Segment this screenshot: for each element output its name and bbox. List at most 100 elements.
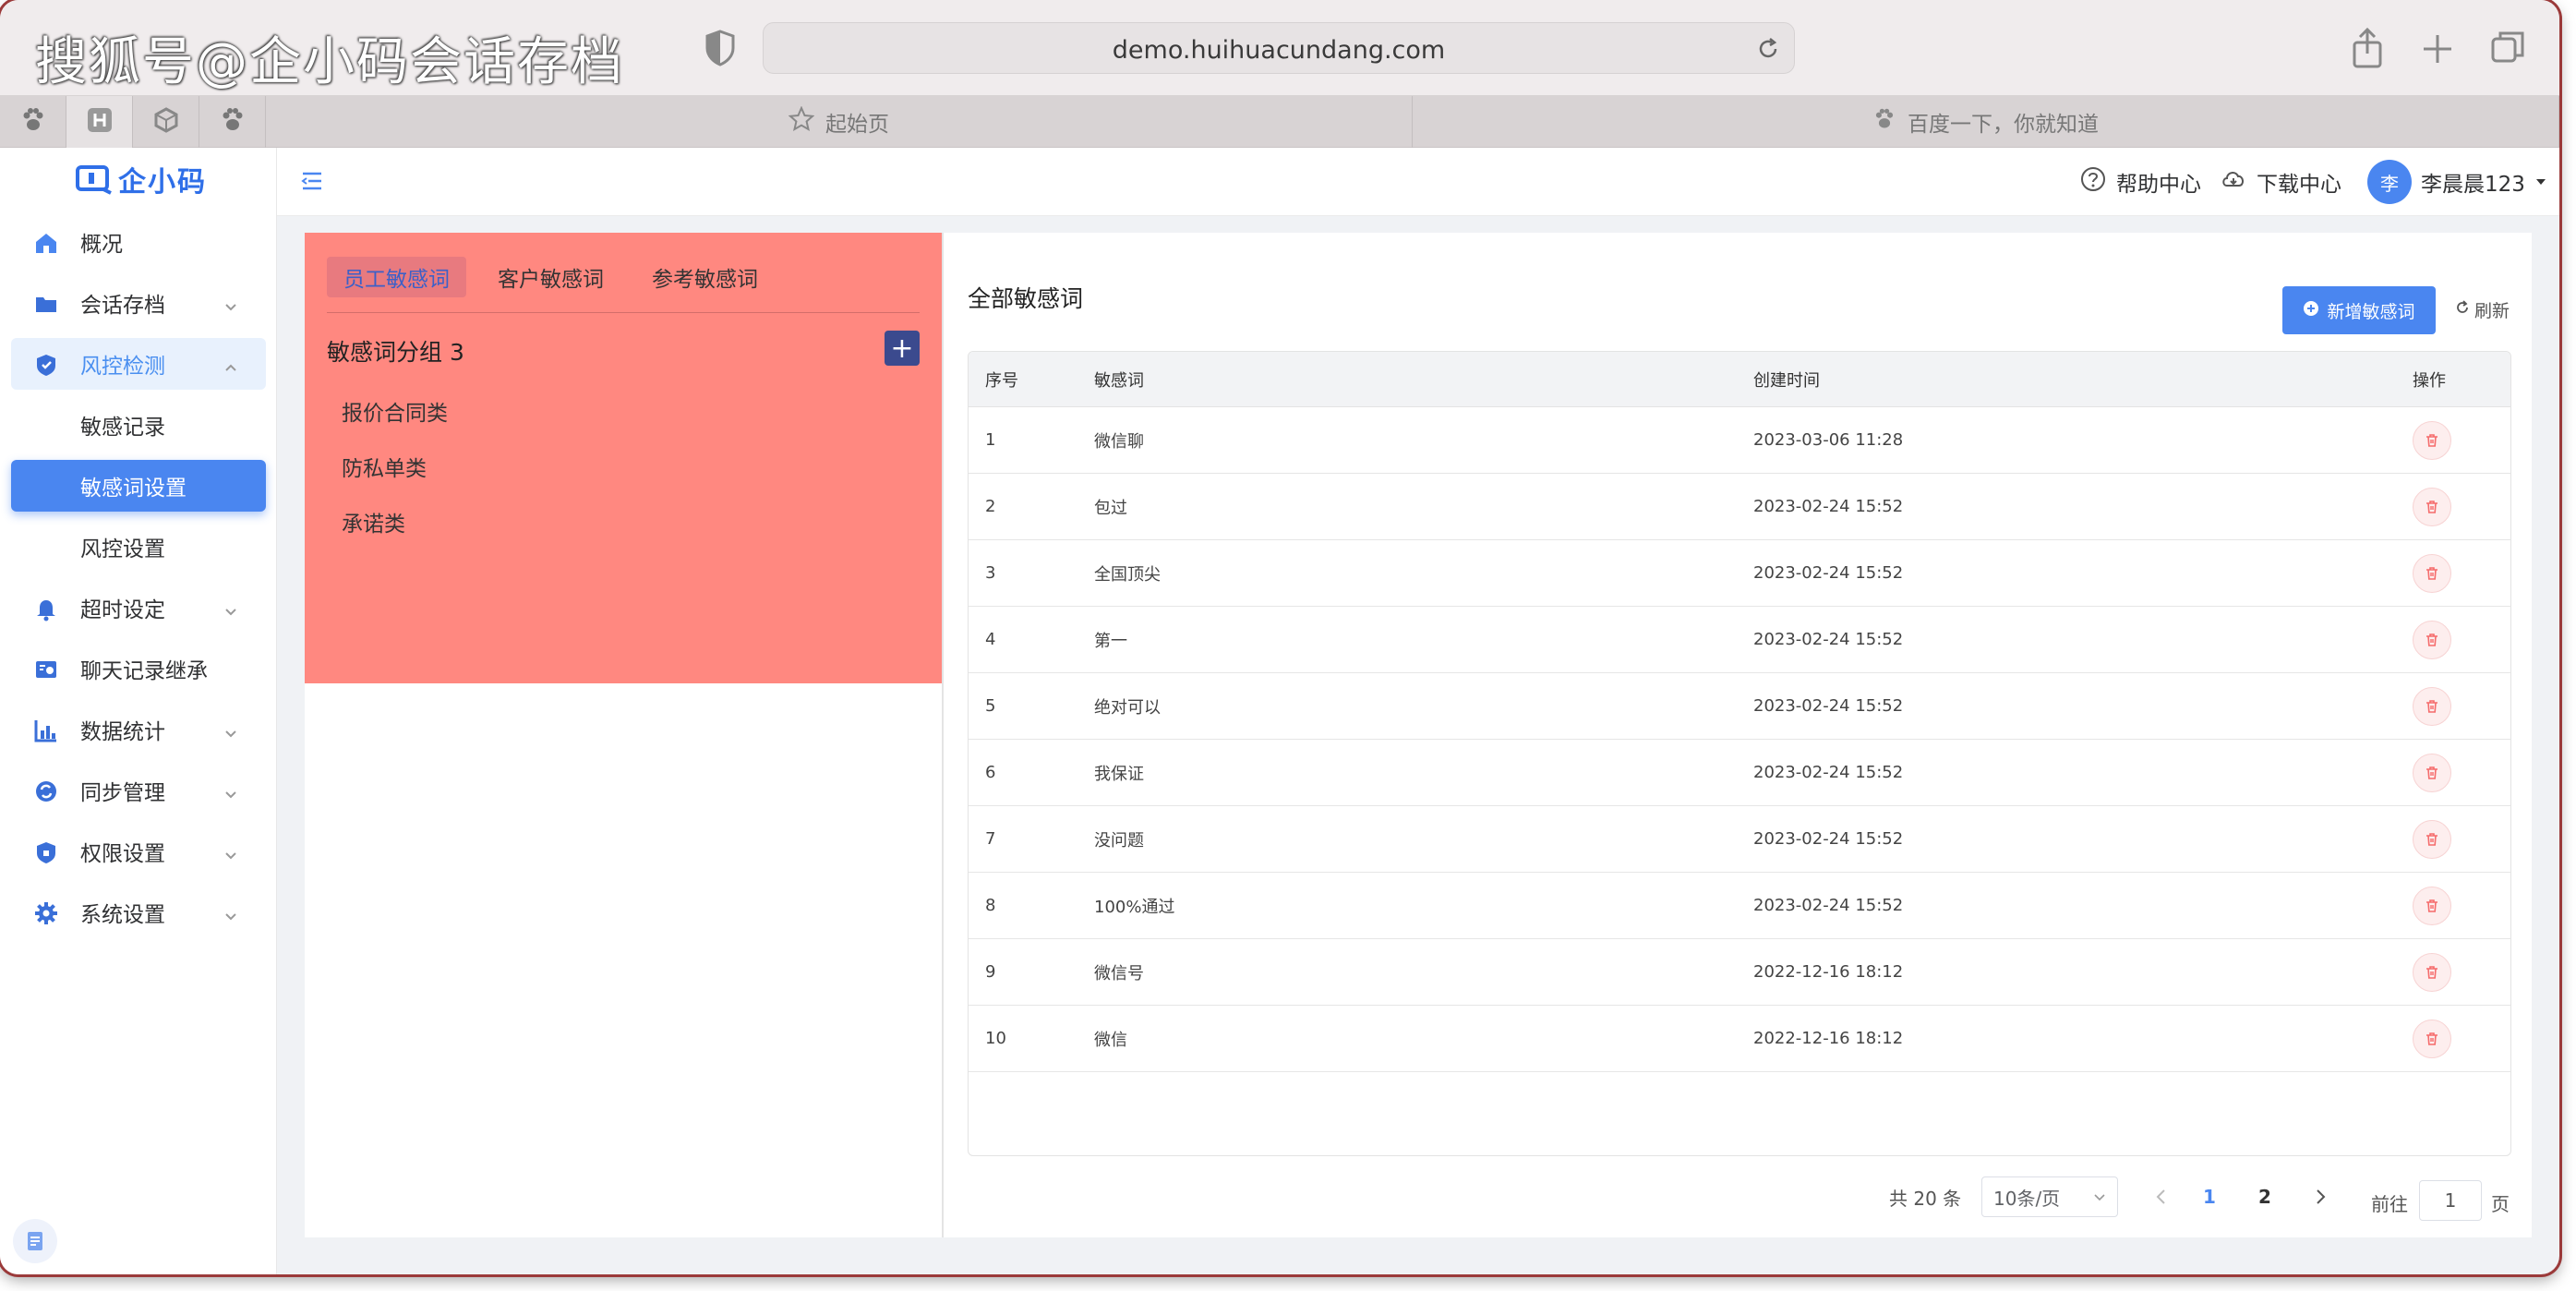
group-item[interactable]: 报价合同类 bbox=[342, 395, 448, 427]
delete-button[interactable] bbox=[2413, 1019, 2451, 1058]
pinned-tab-baidu-2[interactable] bbox=[199, 96, 266, 148]
goto-suffix: 页 bbox=[2491, 1192, 2510, 1215]
delete-button[interactable] bbox=[2413, 819, 2451, 859]
logo-mark-icon bbox=[76, 165, 112, 195]
group-item[interactable]: 承诺类 bbox=[342, 506, 405, 537]
gear-icon bbox=[33, 900, 59, 926]
delete-button[interactable] bbox=[2413, 753, 2451, 792]
column-header: 创建时间 bbox=[1753, 370, 1820, 391]
cell-index: 9 bbox=[985, 962, 996, 982]
page-2[interactable]: 2 bbox=[2258, 1176, 2271, 1217]
address-bar[interactable]: demo.huihuacundang.com bbox=[763, 22, 1795, 74]
cell-actions bbox=[2413, 607, 2451, 672]
delete-button[interactable] bbox=[2413, 952, 2451, 992]
delete-button[interactable] bbox=[2413, 620, 2451, 659]
sync-icon bbox=[33, 778, 59, 804]
sidebar-item-chat-inherit[interactable]: 聊天记录继承 bbox=[11, 643, 266, 694]
cell-actions bbox=[2413, 939, 2451, 1005]
delete-button[interactable] bbox=[2413, 686, 2451, 726]
refresh-button[interactable]: 刷新 bbox=[2454, 297, 2510, 322]
sidebar-item-timeout[interactable]: 超时设定 bbox=[11, 582, 266, 633]
tab-reference-words[interactable]: 参考敏感词 bbox=[635, 257, 775, 297]
cell-word: 全国顶尖 bbox=[1094, 564, 1161, 585]
user-menu[interactable]: 李 李晨晨123 bbox=[2367, 159, 2547, 205]
sidebar-item-risk[interactable]: 风控检测 bbox=[11, 338, 266, 390]
cell-actions bbox=[2413, 540, 2451, 606]
reload-icon[interactable] bbox=[1755, 36, 1781, 62]
add-group-button[interactable]: + bbox=[885, 331, 920, 366]
word-table: 序号 敏感词 创建时间 操作 1 微信聊 2023-03-06 11:28 2 包过 20… bbox=[968, 351, 2511, 1156]
privacy-shield-icon[interactable] bbox=[702, 28, 739, 68]
cell-word: 我保证 bbox=[1094, 764, 1144, 784]
sidebar-item-risk-settings[interactable]: 风控设置 bbox=[11, 521, 266, 573]
panel-title: 全部敏感词 bbox=[968, 285, 1084, 312]
trash-icon bbox=[2426, 899, 2438, 912]
menu-collapse-icon[interactable] bbox=[299, 168, 325, 194]
tab-customer-words[interactable]: 客户敏感词 bbox=[481, 257, 620, 297]
sidebar-item-archive[interactable]: 会话存档 bbox=[11, 277, 266, 329]
page-1[interactable]: 1 bbox=[2203, 1176, 2216, 1217]
browser-toolbar: 搜狐号@企小码会话存档 demo.huihuacundang.com bbox=[0, 0, 2559, 96]
delete-button[interactable] bbox=[2413, 420, 2451, 460]
sidebar-item-stats[interactable]: 数据统计 bbox=[11, 704, 266, 755]
tab-start-page[interactable]: 起始页 bbox=[266, 96, 1413, 148]
prev-page-icon[interactable] bbox=[2155, 1176, 2168, 1217]
cell-created-time: 2023-02-24 15:52 bbox=[1753, 763, 1904, 782]
delete-button[interactable] bbox=[2413, 553, 2451, 593]
cell-word: 微信 bbox=[1094, 1030, 1127, 1050]
group-item[interactable]: 防私单类 bbox=[342, 451, 427, 482]
chevron-down-icon bbox=[2093, 1186, 2106, 1208]
table-row: 7 没问题 2023-02-24 15:52 bbox=[969, 806, 2510, 873]
cell-actions bbox=[2413, 873, 2451, 938]
refresh-icon bbox=[2454, 299, 2471, 320]
tab-employee-words[interactable]: 员工敏感词 bbox=[327, 257, 466, 297]
pinned-tab-h[interactable] bbox=[66, 96, 133, 148]
cell-created-time: 2022-12-16 18:12 bbox=[1753, 962, 1904, 982]
sidebar-item-sensitive-words[interactable]: 敏感词设置 bbox=[11, 460, 266, 512]
paw-icon bbox=[19, 106, 47, 138]
pinned-tab-baidu[interactable] bbox=[0, 96, 66, 148]
table-row: 8 100%通过 2023-02-24 15:52 bbox=[969, 873, 2510, 939]
add-word-button[interactable]: 新增敏感词 bbox=[2282, 286, 2436, 334]
cell-index: 10 bbox=[985, 1029, 1006, 1048]
tabs-divider bbox=[327, 312, 920, 313]
sidebar-item-sync[interactable]: 同步管理 bbox=[11, 765, 266, 816]
page-size-select[interactable]: 10条/页 bbox=[1981, 1176, 2118, 1217]
table-header: 序号 敏感词 创建时间 操作 bbox=[969, 352, 2510, 407]
app-header: 帮助中心 下载中心 李 李晨晨123 bbox=[277, 148, 2559, 216]
cell-index: 7 bbox=[985, 829, 996, 849]
chevron-down-icon bbox=[223, 600, 238, 616]
goto-page-input[interactable]: 1 bbox=[2419, 1180, 2482, 1221]
column-header: 敏感词 bbox=[1094, 370, 1144, 391]
cell-created-time: 2023-02-24 15:52 bbox=[1753, 563, 1904, 583]
goto-prefix: 前往 bbox=[2371, 1192, 2408, 1215]
sidebar-item-sensitive-records[interactable]: 敏感记录 bbox=[11, 399, 266, 451]
chevron-down-icon bbox=[223, 844, 238, 860]
h-logo-icon bbox=[86, 106, 114, 138]
help-center-link[interactable]: 帮助中心 bbox=[2079, 166, 2201, 198]
trash-icon bbox=[2426, 500, 2438, 513]
delete-button[interactable] bbox=[2413, 886, 2451, 925]
share-icon[interactable] bbox=[2347, 26, 2388, 70]
sidebar-item-overview[interactable]: 概况 bbox=[11, 216, 266, 268]
table-row: 2 包过 2023-02-24 15:52 bbox=[969, 474, 2510, 540]
table-row: 1 微信聊 2023-03-06 11:28 bbox=[969, 407, 2510, 474]
cell-index: 6 bbox=[985, 763, 996, 782]
plus-circle-icon bbox=[2303, 300, 2319, 321]
pinned-tab-cube[interactable] bbox=[133, 96, 199, 148]
tab-baidu[interactable]: 百度一下，你就知道 bbox=[1413, 96, 2559, 148]
new-tab-icon[interactable] bbox=[2417, 26, 2458, 70]
username: 李晨晨123 bbox=[2421, 173, 2525, 197]
trash-icon bbox=[2426, 433, 2438, 447]
sidebar-item-permissions[interactable]: 权限设置 bbox=[11, 826, 266, 877]
sidebar-item-system[interactable]: 系统设置 bbox=[11, 887, 266, 938]
paw-icon bbox=[1872, 107, 1896, 137]
next-page-icon[interactable] bbox=[2314, 1176, 2327, 1217]
tab-overview-icon[interactable] bbox=[2487, 26, 2528, 70]
download-center-link[interactable]: 下载中心 bbox=[2220, 166, 2341, 198]
cell-index: 4 bbox=[985, 630, 996, 649]
column-header: 操作 bbox=[2413, 370, 2446, 391]
cell-actions bbox=[2413, 740, 2451, 805]
delete-button[interactable] bbox=[2413, 487, 2451, 526]
document-icon[interactable] bbox=[13, 1219, 57, 1263]
